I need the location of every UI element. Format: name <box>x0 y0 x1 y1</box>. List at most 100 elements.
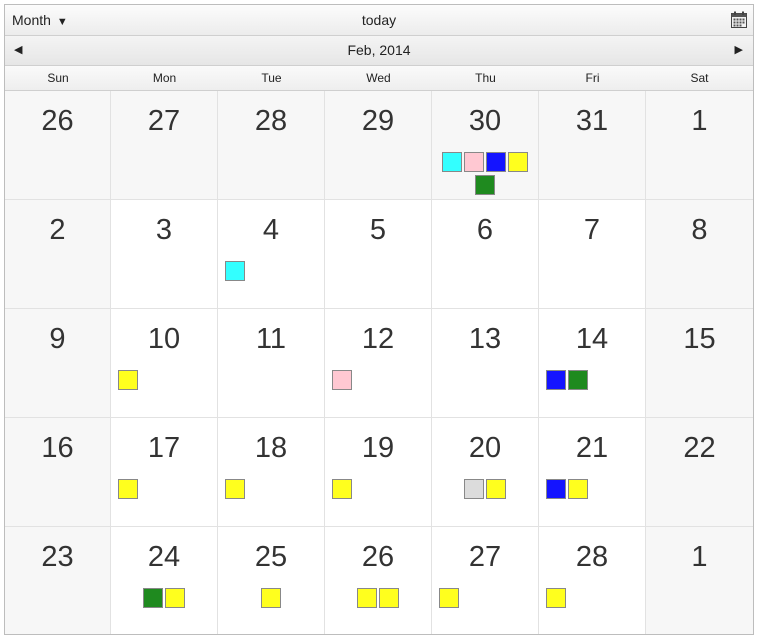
day-number: 7 <box>583 214 601 246</box>
event-marker-yellow[interactable] <box>439 588 459 608</box>
day-cell[interactable]: 20 <box>432 418 539 527</box>
day-number: 1 <box>691 541 708 573</box>
event-marker-green[interactable] <box>143 588 163 608</box>
event-marker-yellow[interactable] <box>379 588 399 608</box>
event-marker-yellow[interactable] <box>332 479 352 499</box>
day-cell[interactable]: 7 <box>539 200 646 309</box>
day-number: 20 <box>468 432 502 464</box>
day-number: 8 <box>691 214 708 246</box>
day-number: 22 <box>683 432 716 464</box>
day-number: 26 <box>361 541 395 573</box>
event-marker-yellow[interactable] <box>568 479 588 499</box>
weekday-tue: Tue <box>261 71 282 85</box>
day-events <box>545 479 639 502</box>
event-marker-cyan[interactable] <box>225 261 245 281</box>
day-cell[interactable]: 16 <box>5 418 111 527</box>
event-marker-yellow[interactable] <box>508 152 528 172</box>
day-number: 27 <box>468 541 502 573</box>
day-cell[interactable]: 29 <box>325 91 432 200</box>
day-number: 2 <box>49 214 66 246</box>
event-marker-yellow[interactable] <box>165 588 185 608</box>
month-navigation: ◀ Feb, 2014 ▶ <box>5 36 753 66</box>
day-number: 23 <box>41 541 74 573</box>
day-cell[interactable]: 4 <box>218 200 325 309</box>
today-button-wrap: today <box>5 12 753 28</box>
event-marker-blue[interactable] <box>486 152 506 172</box>
day-number: 11 <box>255 323 287 355</box>
day-cell[interactable]: 2 <box>5 200 111 309</box>
day-cell[interactable]: 25 <box>218 527 325 634</box>
day-cell[interactable]: 31 <box>539 91 646 200</box>
event-marker-yellow[interactable] <box>486 479 506 499</box>
day-cell[interactable]: 15 <box>646 309 753 418</box>
day-cell[interactable]: 9 <box>5 309 111 418</box>
day-cell[interactable]: 12 <box>325 309 432 418</box>
day-cell[interactable]: 1 <box>646 527 753 634</box>
weekday-mon: Mon <box>152 71 177 85</box>
day-number: 6 <box>476 214 494 246</box>
day-cell[interactable]: 28 <box>218 91 325 200</box>
day-cell[interactable]: 6 <box>432 200 539 309</box>
day-cell[interactable]: 14 <box>539 309 646 418</box>
day-number: 24 <box>147 541 181 573</box>
event-marker-blue[interactable] <box>546 370 566 390</box>
day-cell[interactable]: 3 <box>111 200 218 309</box>
day-events <box>117 370 211 393</box>
day-number: 13 <box>468 323 502 355</box>
day-number: 15 <box>683 323 716 355</box>
calendar-icon[interactable] <box>731 11 747 28</box>
event-marker-blue[interactable] <box>546 479 566 499</box>
day-number: 25 <box>254 541 288 573</box>
day-cell[interactable]: 30 <box>432 91 539 200</box>
event-marker-pink[interactable] <box>332 370 352 390</box>
day-number: 29 <box>361 105 395 137</box>
event-marker-cyan[interactable] <box>442 152 462 172</box>
day-cell[interactable]: 18 <box>218 418 325 527</box>
event-marker-yellow[interactable] <box>546 588 566 608</box>
event-marker-yellow[interactable] <box>357 588 377 608</box>
day-cell[interactable]: 21 <box>539 418 646 527</box>
event-marker-yellow[interactable] <box>118 370 138 390</box>
day-events <box>331 588 425 611</box>
day-cell[interactable]: 28 <box>539 527 646 634</box>
day-cell[interactable]: 10 <box>111 309 218 418</box>
view-select[interactable]: Month ▼ <box>12 12 68 28</box>
today-button[interactable]: today <box>362 12 396 28</box>
day-events <box>117 479 211 502</box>
weekday-wed: Wed <box>366 71 391 85</box>
toolbar: Month ▼ today <box>5 5 753 36</box>
event-marker-gray[interactable] <box>464 479 484 499</box>
day-cell[interactable]: 27 <box>432 527 539 634</box>
event-marker-yellow[interactable] <box>261 588 281 608</box>
day-number: 19 <box>361 432 395 464</box>
day-cell[interactable]: 5 <box>325 200 432 309</box>
weekday-sat: Sat <box>690 71 709 85</box>
day-number: 28 <box>254 105 288 137</box>
day-number: 3 <box>155 214 173 246</box>
event-marker-green[interactable] <box>475 175 495 195</box>
day-cell[interactable]: 23 <box>5 527 111 634</box>
day-cell[interactable]: 26 <box>325 527 432 634</box>
day-cell[interactable]: 22 <box>646 418 753 527</box>
calendar: Month ▼ today ◀ Feb, 2014 ▶ Sun Mon Tue Wed T… <box>4 4 754 635</box>
day-cell[interactable]: 17 <box>111 418 218 527</box>
day-cell[interactable]: 13 <box>432 309 539 418</box>
day-number: 4 <box>262 214 280 246</box>
day-number: 12 <box>361 323 395 355</box>
event-marker-yellow[interactable] <box>225 479 245 499</box>
day-number: 27 <box>147 105 181 137</box>
day-cell[interactable]: 19 <box>325 418 432 527</box>
next-month-icon[interactable]: ▶ <box>735 43 743 56</box>
day-events <box>331 479 425 502</box>
day-cell[interactable]: 24 <box>111 527 218 634</box>
day-cell[interactable]: 26 <box>5 91 111 200</box>
event-marker-yellow[interactable] <box>118 479 138 499</box>
event-marker-pink[interactable] <box>464 152 484 172</box>
event-marker-green[interactable] <box>568 370 588 390</box>
day-cell[interactable]: 11 <box>218 309 325 418</box>
day-events <box>117 588 211 611</box>
day-cell[interactable]: 1 <box>646 91 753 200</box>
day-cell[interactable]: 8 <box>646 200 753 309</box>
day-cell[interactable]: 27 <box>111 91 218 200</box>
day-number: 31 <box>575 105 609 137</box>
